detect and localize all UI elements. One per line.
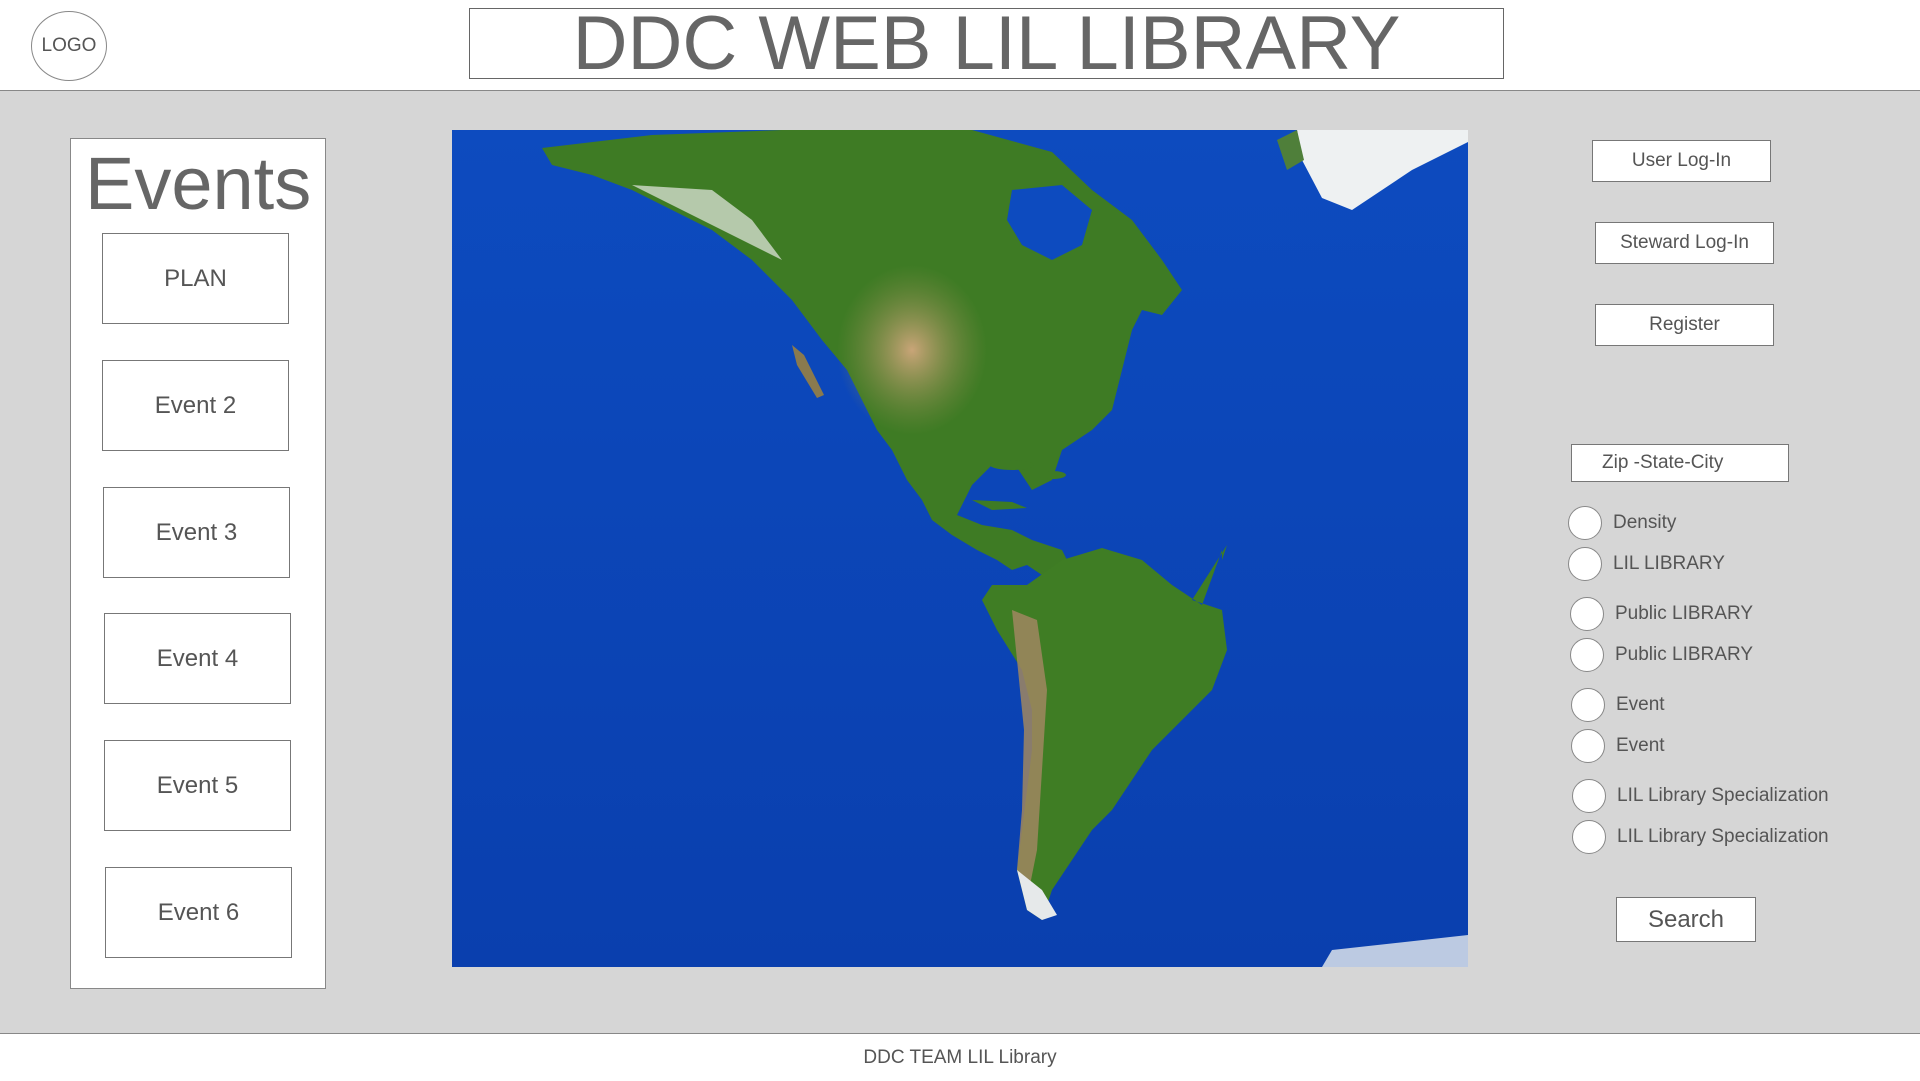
- filter-option-public-library[interactable]: Public LIBRARY: [1570, 597, 1753, 631]
- event-button-6[interactable]: Event 6: [105, 867, 292, 958]
- event-button-4[interactable]: Event 4: [104, 613, 291, 704]
- filter-option-label: LIL Library Specialization: [1617, 826, 1829, 847]
- logo[interactable]: LOGO: [31, 11, 107, 81]
- filter-option-lil-specialization[interactable]: LIL Library Specialization: [1572, 779, 1829, 813]
- map-view[interactable]: [452, 130, 1468, 967]
- main-area: Events PLAN Event 2 Event 3 Event 4 Even…: [0, 91, 1920, 1033]
- filter-option-label: Event: [1616, 735, 1665, 756]
- radio-button[interactable]: [1570, 597, 1604, 631]
- filter-option-label: LIL LIBRARY: [1613, 553, 1725, 574]
- event-button-plan[interactable]: PLAN: [102, 233, 289, 324]
- footer-text: DDC TEAM LIL Library: [863, 1046, 1057, 1068]
- radio-button[interactable]: [1570, 638, 1604, 672]
- radio-button[interactable]: [1568, 506, 1602, 540]
- header: LOGO DDC WEB LIL LIBRARY: [0, 0, 1920, 91]
- radio-button[interactable]: [1571, 729, 1605, 763]
- filter-option-event-2[interactable]: Event: [1571, 729, 1665, 763]
- search-button[interactable]: Search: [1616, 897, 1756, 942]
- filter-option-public-library-2[interactable]: Public LIBRARY: [1570, 638, 1753, 672]
- americas-map-image: [452, 130, 1468, 967]
- radio-button[interactable]: [1571, 688, 1605, 722]
- filter-option-label: Density: [1613, 512, 1677, 533]
- filter-option-lil-library[interactable]: LIL LIBRARY: [1568, 547, 1725, 581]
- filter-option-label: Event: [1616, 694, 1665, 715]
- event-button-3[interactable]: Event 3: [103, 487, 290, 578]
- events-panel: Events PLAN Event 2 Event 3 Event 4 Even…: [70, 138, 326, 989]
- event-button-5[interactable]: Event 5: [104, 740, 291, 831]
- filter-option-density[interactable]: Density: [1568, 506, 1676, 540]
- location-search-input[interactable]: [1571, 444, 1789, 482]
- footer: DDC TEAM LIL Library: [0, 1033, 1920, 1081]
- register-button[interactable]: Register: [1595, 304, 1774, 346]
- radio-button[interactable]: [1572, 779, 1606, 813]
- steward-login-button[interactable]: Steward Log-In: [1595, 222, 1774, 264]
- user-login-button[interactable]: User Log-In: [1592, 140, 1771, 182]
- filter-option-label: LIL Library Specialization: [1617, 785, 1829, 806]
- radio-button[interactable]: [1568, 547, 1602, 581]
- filter-option-label: Public LIBRARY: [1615, 644, 1753, 665]
- events-heading: Events: [85, 142, 312, 225]
- page-title: DDC WEB LIL LIBRARY: [469, 8, 1504, 79]
- event-button-2[interactable]: Event 2: [102, 360, 289, 451]
- filter-option-lil-specialization-2[interactable]: LIL Library Specialization: [1572, 820, 1829, 854]
- filter-option-label: Public LIBRARY: [1615, 603, 1753, 624]
- filter-option-event[interactable]: Event: [1571, 688, 1665, 722]
- radio-button[interactable]: [1572, 820, 1606, 854]
